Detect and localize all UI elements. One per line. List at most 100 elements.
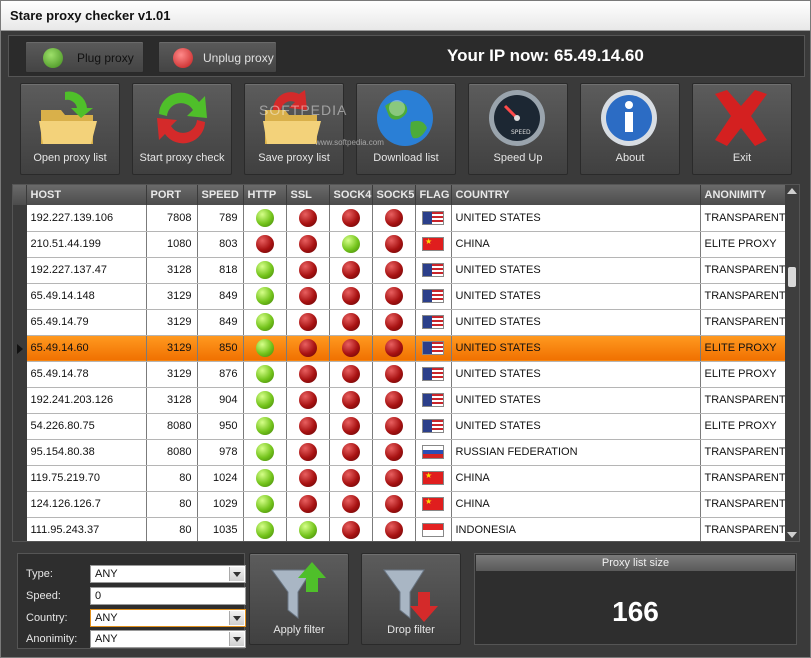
table-row[interactable]: 65.49.14.79 3129 849 UNITED STATES TRANSPARE… bbox=[13, 309, 787, 336]
green-status-icon bbox=[255, 521, 274, 539]
col-ssl[interactable]: SSL bbox=[286, 185, 330, 205]
table-row[interactable]: 124.126.126.7801029 CHINATRANSPARENT bbox=[13, 491, 787, 518]
title-bar[interactable]: Stare proxy checker v1.01 bbox=[1, 1, 810, 31]
red-status-icon bbox=[384, 391, 403, 409]
cell-ssl bbox=[286, 517, 330, 541]
drop-filter-button[interactable]: Drop filter bbox=[361, 553, 461, 645]
table-row[interactable]: 192.227.139.106 7808 789 UNITED STATES TRANS… bbox=[13, 205, 787, 232]
cell-speed: 1029 bbox=[197, 491, 244, 518]
cell-sock4 bbox=[329, 491, 373, 518]
cell-http bbox=[243, 361, 287, 388]
cell-sock4 bbox=[329, 517, 373, 541]
table-row[interactable]: 119.75.219.70801024 CHINATRANSPARENT bbox=[13, 465, 787, 492]
anonimity-select[interactable]: ANY bbox=[90, 630, 246, 648]
cell-country: INDONESIA bbox=[451, 517, 701, 541]
proxy-grid[interactable]: HOST PORT SPEED HTTP SSL SOCK4 SOCK5 FLA… bbox=[12, 184, 800, 542]
speed-input[interactable]: 0 bbox=[90, 587, 246, 605]
chevron-down-icon[interactable] bbox=[229, 611, 244, 625]
cell-flag bbox=[415, 465, 452, 492]
chevron-down-icon[interactable] bbox=[229, 632, 244, 646]
cell-flag bbox=[415, 283, 452, 310]
type-select[interactable]: ANY bbox=[90, 565, 246, 583]
green-status-icon bbox=[255, 208, 274, 227]
col-anonimity[interactable]: ANONIMITY bbox=[700, 185, 787, 205]
cell-sock5 bbox=[372, 387, 416, 414]
start-proxy-check-button[interactable]: Start proxy check bbox=[132, 83, 232, 175]
chevron-down-icon[interactable] bbox=[229, 567, 244, 581]
col-port[interactable]: PORT bbox=[146, 185, 198, 205]
funnel-drop-icon bbox=[383, 569, 438, 622]
red-status-icon bbox=[298, 417, 317, 435]
table-row[interactable]: 65.49.14.148 3129 849 UNITED STATES TRANSPAR… bbox=[13, 283, 787, 310]
red-status-icon bbox=[298, 208, 317, 227]
cell-anonimity: ELITE PROXY bbox=[700, 361, 787, 388]
col-http[interactable]: HTTP bbox=[243, 185, 287, 205]
plug-proxy-button[interactable]: Plug proxy bbox=[25, 41, 144, 73]
cell-port: 3129 bbox=[146, 309, 198, 336]
cell-speed: 818 bbox=[197, 257, 244, 284]
table-row[interactable]: 65.49.14.60 3129 850 UNITED STATES ELITE PRO… bbox=[13, 335, 787, 362]
row-indicator bbox=[13, 439, 27, 466]
cell-sock4 bbox=[329, 257, 373, 284]
table-row[interactable]: 65.49.14.78 3129 876 UNITED STATES ELITE PRO… bbox=[13, 361, 787, 388]
table-row[interactable]: 111.95.243.37 80 1035 INDONESIA TRANSPARENT bbox=[13, 517, 787, 541]
apply-filter-button[interactable]: Apply filter bbox=[249, 553, 349, 645]
cell-anonimity: TRANSPARENT bbox=[700, 283, 787, 310]
download-list-button[interactable]: Download list bbox=[356, 83, 456, 175]
red-status-icon bbox=[298, 495, 317, 513]
cell-ssl bbox=[286, 283, 330, 310]
col-country[interactable]: COUNTRY bbox=[451, 185, 701, 205]
about-button[interactable]: About bbox=[580, 83, 680, 175]
scroll-up-icon[interactable] bbox=[787, 188, 797, 194]
table-row[interactable]: 192.227.137.47 3128 818 UNITED STATES TRANSP… bbox=[13, 257, 787, 284]
save-proxy-list-button[interactable]: Save proxy list bbox=[244, 83, 344, 175]
col-sock5[interactable]: SOCK5 bbox=[372, 185, 416, 205]
country-select[interactable]: ANY bbox=[90, 609, 246, 627]
cell-flag bbox=[415, 413, 452, 440]
col-sock4[interactable]: SOCK4 bbox=[329, 185, 373, 205]
cell-flag bbox=[415, 205, 452, 232]
red-status-icon bbox=[341, 313, 360, 331]
cell-sock5 bbox=[372, 413, 416, 440]
cell-sock4 bbox=[329, 439, 373, 466]
cell-ssl bbox=[286, 205, 330, 232]
speed-up-button[interactable]: SPEED Speed Up bbox=[468, 83, 568, 175]
scroll-down-icon[interactable] bbox=[787, 532, 797, 538]
speedometer-icon: SPEED bbox=[489, 90, 545, 146]
cell-port: 3129 bbox=[146, 361, 198, 388]
cell-sock4 bbox=[329, 387, 373, 414]
exit-button[interactable]: Exit bbox=[692, 83, 792, 175]
open-proxy-list-button[interactable]: Open proxy list bbox=[20, 83, 120, 175]
grid-scrollbar[interactable] bbox=[785, 185, 799, 541]
green-status-icon bbox=[255, 495, 274, 513]
cell-host: 192.227.139.106 bbox=[26, 205, 147, 232]
cell-port: 80 bbox=[146, 465, 198, 492]
cell-flag bbox=[415, 439, 452, 466]
cell-ssl bbox=[286, 439, 330, 466]
table-row[interactable]: 192.241.203.126 3128 904 UNITED STATES TRANS… bbox=[13, 387, 787, 414]
plug-down-arrow-icon bbox=[43, 48, 63, 68]
cell-host: 54.226.80.75 bbox=[26, 413, 147, 440]
col-host[interactable]: HOST bbox=[26, 185, 147, 205]
red-status-icon bbox=[298, 313, 317, 331]
svg-text:SPEED: SPEED bbox=[511, 129, 531, 136]
cell-country: CHINA bbox=[451, 491, 701, 518]
red-status-icon bbox=[384, 365, 403, 383]
us-flag-icon bbox=[422, 210, 444, 225]
cell-anonimity: TRANSPARENT bbox=[700, 491, 787, 518]
cell-speed: 978 bbox=[197, 439, 244, 466]
col-speed[interactable]: SPEED bbox=[197, 185, 244, 205]
unplug-proxy-button[interactable]: Unplug proxy bbox=[158, 41, 277, 73]
scroll-thumb[interactable] bbox=[788, 267, 796, 287]
bottom-panel: Type: ANY Speed: 0 Country: ANY Anonimit… bbox=[10, 547, 805, 653]
cell-host: 119.75.219.70 bbox=[26, 465, 147, 492]
cell-port: 3128 bbox=[146, 257, 198, 284]
softpedia-url-watermark: www.softpedia.com bbox=[315, 138, 384, 147]
red-status-icon bbox=[341, 261, 360, 279]
cell-country: UNITED STATES bbox=[451, 257, 701, 284]
table-row[interactable]: 210.51.44.1991080803 CHINAELITE PROXY bbox=[13, 231, 787, 258]
table-row[interactable]: 54.226.80.75 8080 950 UNITED STATES ELITE PR… bbox=[13, 413, 787, 440]
cell-country: UNITED STATES bbox=[451, 335, 701, 362]
table-row[interactable]: 95.154.80.38 8080 978 RUSSIAN FEDERATION TRA… bbox=[13, 439, 787, 466]
col-flag[interactable]: FLAG bbox=[415, 185, 452, 205]
